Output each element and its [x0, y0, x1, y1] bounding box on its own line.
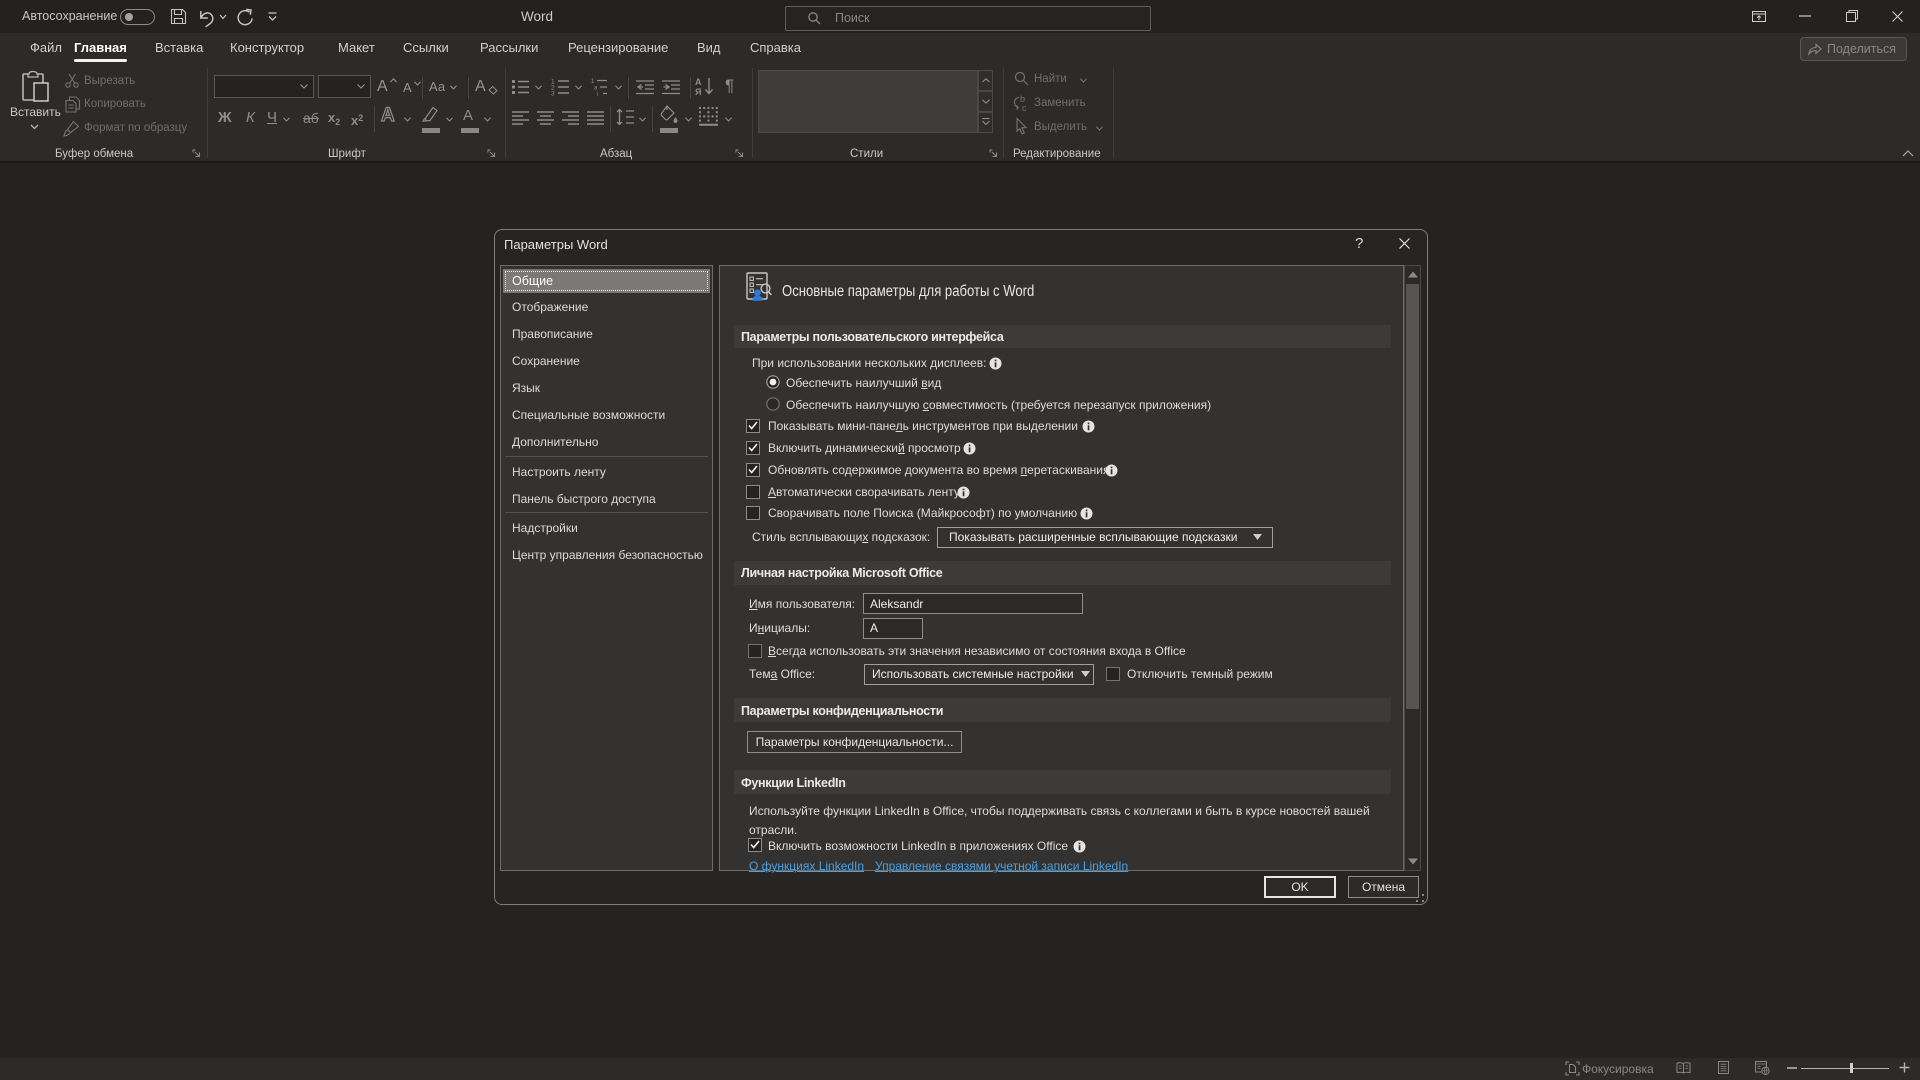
- svg-text:a: a: [594, 86, 598, 92]
- svg-text:Я: Я: [695, 87, 701, 97]
- svg-text:i: i: [597, 92, 598, 98]
- svg-text:А: А: [695, 77, 702, 87]
- svg-text:1: 1: [591, 79, 595, 85]
- svg-text:c: c: [1022, 103, 1027, 113]
- svg-text:3: 3: [551, 91, 555, 98]
